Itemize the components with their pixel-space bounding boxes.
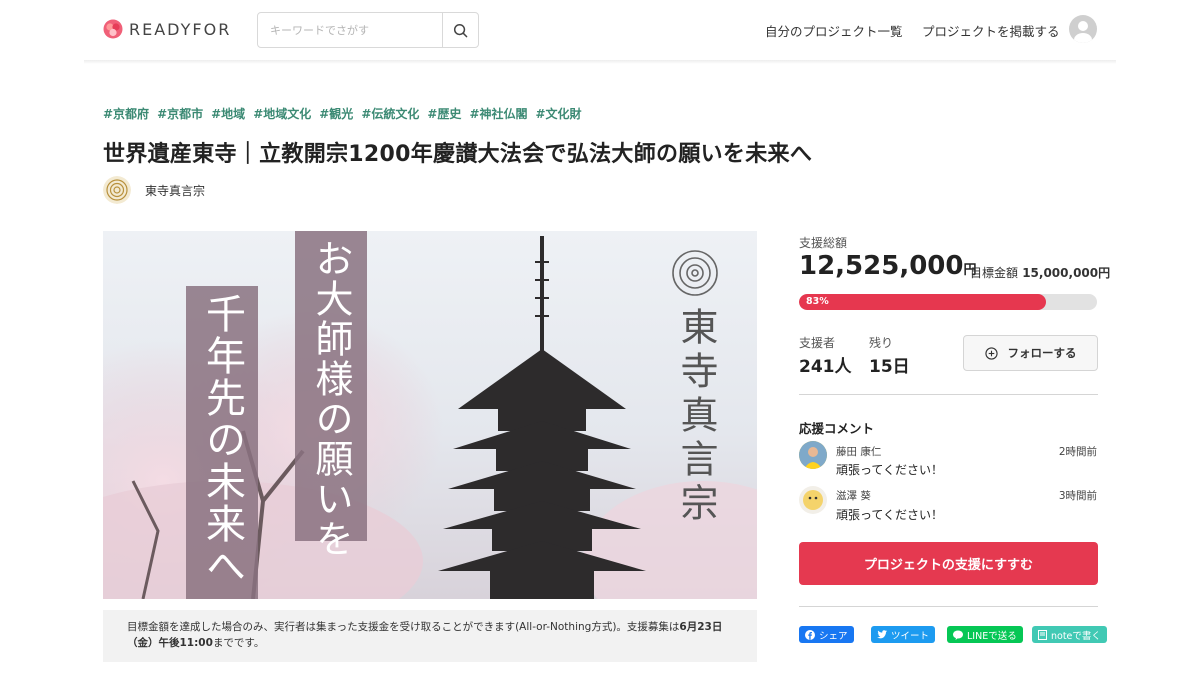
line-icon (953, 630, 963, 640)
temple-name-vertical: 東寺真言宗 (674, 307, 718, 527)
character-avatar-icon (799, 486, 827, 514)
supporters-label: 支援者 (799, 336, 836, 350)
logo-text: READYFOR (129, 19, 232, 39)
nav-my-projects[interactable]: 自分のプロジェクト一覧 (765, 21, 903, 40)
facebook-icon (805, 629, 815, 640)
plus-circle-icon (984, 346, 998, 360)
funding-progress-bar (799, 294, 1097, 310)
share-note-label: noteで書く (1051, 630, 1101, 642)
comment-time: 2時間前 (1058, 446, 1097, 458)
share-note-button[interactable]: noteで書く (1032, 626, 1107, 643)
readyfor-logo[interactable]: READYFOR (103, 19, 231, 39)
search-input[interactable] (258, 13, 442, 47)
divider (799, 394, 1098, 395)
banner-text-top: お大師様の願いを (309, 239, 353, 559)
commenter-name[interactable]: 藤田 康仁 (836, 444, 881, 459)
tag-item[interactable]: #地域 (211, 105, 245, 122)
tag-item[interactable]: #歴史 (427, 105, 461, 122)
search-box (257, 12, 479, 48)
share-facebook-button[interactable]: シェア (799, 626, 854, 643)
total-label: 支援総額 (799, 236, 848, 250)
follow-label: フォローする (1007, 346, 1077, 360)
user-avatar[interactable] (1069, 15, 1097, 43)
tag-item[interactable]: #京都府 (103, 105, 149, 122)
divider (799, 606, 1098, 607)
search-button[interactable] (442, 13, 478, 47)
tag-item[interactable]: #地域文化 (253, 105, 311, 122)
support-project-button[interactable]: プロジェクトの支援にすすむ (799, 542, 1098, 585)
progress-percent: 83% (806, 296, 829, 307)
owner-name: 東寺真言宗 (145, 183, 206, 198)
tag-item[interactable]: #伝統文化 (361, 105, 419, 122)
goal-amount: 目標金額 15,000,000円 (970, 264, 1110, 281)
notice-text: 目標金額を達成した場合のみ、実行者は集まった支援金を受け取ることができます(Al… (127, 621, 680, 633)
comments-title: 応援コメント (799, 421, 875, 436)
commenter-avatar[interactable] (799, 441, 827, 469)
goal-label: 目標金額 (970, 266, 1019, 280)
project-main-image: お大師様の願いを 千年先の未来へ 東寺真言宗 (103, 231, 757, 599)
commenter-avatar[interactable] (799, 486, 827, 514)
supporters-count: 241人 (799, 357, 852, 377)
project-owner[interactable]: 東寺真言宗 (103, 176, 205, 204)
tag-item[interactable]: #観光 (319, 105, 353, 122)
person-photo-icon (799, 441, 827, 469)
user-icon (1074, 21, 1092, 43)
header-shadow (84, 60, 1116, 64)
total-amount: 12,525,000円 (799, 251, 977, 281)
remaining-label: 残り (869, 336, 894, 350)
notice-tail: までです。 (212, 637, 265, 649)
nav-post-project[interactable]: プロジェクトを掲載する (922, 21, 1060, 40)
tag-list: #京都府 #京都市 #地域 #地域文化 #観光 #伝統文化 #歴史 #神社仏閣 … (103, 105, 582, 122)
tag-item[interactable]: #京都市 (157, 105, 203, 122)
share-twitter-label: ツイート (891, 630, 930, 642)
search-icon (453, 23, 468, 37)
comment-time: 3時間前 (1058, 490, 1097, 502)
note-icon (1038, 629, 1047, 640)
share-facebook-label: シェア (819, 630, 848, 642)
share-twitter-button[interactable]: ツイート (871, 626, 936, 643)
readyfor-logo-icon (103, 19, 123, 39)
project-title: 世界遺産東寺｜立教開宗1200年慶讃大法会で弘法大師の願いを未来へ (103, 142, 813, 167)
tag-item[interactable]: #神社仏閣 (469, 105, 527, 122)
all-or-nothing-notice: 目標金額を達成した場合のみ、実行者は集まった支援金を受け取ることができます(Al… (103, 610, 757, 662)
share-line-label: LINEで送る (967, 630, 1017, 642)
tag-item[interactable]: #文化財 (536, 105, 582, 122)
share-line-button[interactable]: LINEで送る (947, 626, 1023, 643)
progress-fill (799, 294, 1047, 310)
owner-crest-icon (103, 176, 131, 204)
commenter-name[interactable]: 滋澤 葵 (836, 488, 871, 503)
follow-button[interactable]: フォローする (963, 335, 1098, 371)
twitter-icon (877, 630, 887, 639)
comment-text: 頑張ってください！ (836, 508, 944, 522)
goal-value: 15,000,000円 (1022, 266, 1111, 280)
banner-text-bottom: 千年先の未来へ (199, 293, 245, 587)
site-header: READYFOR 自分のプロジェクト一覧 プロジェクトを掲載する (0, 0, 1200, 62)
comment-text: 頑張ってください！ (836, 463, 944, 477)
total-value: 12,525,000 (799, 251, 964, 281)
remaining-days: 15日 (869, 357, 910, 377)
